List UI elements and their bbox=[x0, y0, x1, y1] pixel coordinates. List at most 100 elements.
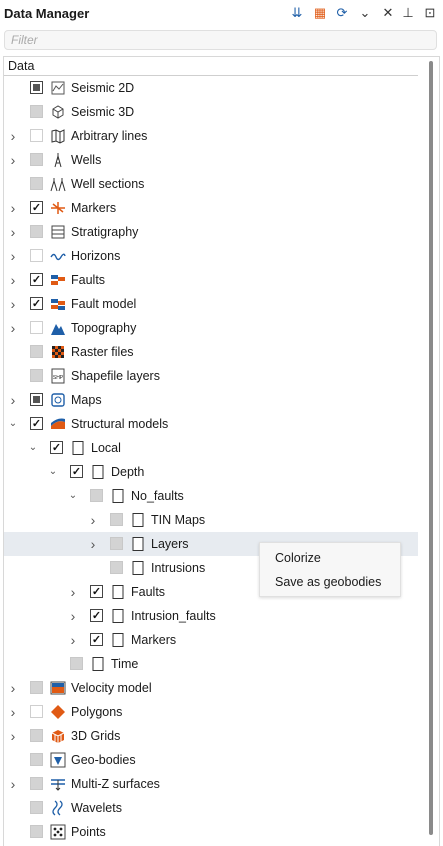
visibility-checkbox[interactable] bbox=[30, 729, 43, 742]
visibility-checkbox[interactable] bbox=[30, 105, 43, 118]
collapse-arrow-icon[interactable]: ⌄ bbox=[68, 489, 78, 503]
expand-arrow-icon[interactable]: › bbox=[8, 201, 18, 215]
tree-row[interactable]: › ✓ Markers bbox=[4, 196, 418, 220]
visibility-checkbox[interactable]: ✓ bbox=[30, 273, 43, 286]
visibility-checkbox[interactable] bbox=[30, 153, 43, 166]
tree-row[interactable]: › TIN Maps bbox=[4, 508, 418, 532]
polygons-icon bbox=[50, 704, 66, 720]
tree-row[interactable]: › ✓ Fault model bbox=[4, 292, 418, 316]
visibility-checkbox[interactable] bbox=[110, 537, 123, 550]
visibility-checkbox[interactable] bbox=[30, 369, 43, 382]
panel-menu-icon[interactable]: ⊡ bbox=[422, 4, 438, 22]
expand-arrow-icon[interactable]: › bbox=[8, 705, 18, 719]
visibility-checkbox[interactable] bbox=[30, 681, 43, 694]
visibility-checkbox[interactable] bbox=[30, 777, 43, 790]
visibility-checkbox[interactable]: ✓ bbox=[90, 633, 103, 646]
close-icon[interactable]: ✕ bbox=[380, 4, 396, 22]
visibility-checkbox[interactable]: ✓ bbox=[50, 441, 63, 454]
visibility-checkbox[interactable]: ✓ bbox=[70, 465, 83, 478]
tree-row[interactable]: Geo-bodies bbox=[4, 748, 418, 772]
tree-row[interactable]: Raster files bbox=[4, 340, 418, 364]
tree-row[interactable]: › Polygons bbox=[4, 700, 418, 724]
tree-row[interactable]: › Wells bbox=[4, 148, 418, 172]
visibility-checkbox[interactable] bbox=[30, 321, 43, 334]
tree-row[interactable]: ⌄ ✓ Structural models bbox=[4, 412, 418, 436]
collapse-arrow-icon[interactable]: ⌄ bbox=[48, 465, 58, 479]
tree-row[interactable]: › Maps bbox=[4, 388, 418, 412]
visibility-checkbox[interactable]: ✓ bbox=[30, 297, 43, 310]
expand-arrow-icon[interactable]: › bbox=[8, 273, 18, 287]
visibility-checkbox[interactable]: ✓ bbox=[90, 609, 103, 622]
refresh-icon[interactable]: ⟳ bbox=[334, 4, 350, 22]
visibility-checkbox[interactable] bbox=[30, 249, 43, 262]
expand-arrow-icon[interactable]: › bbox=[8, 681, 18, 695]
data-settings-icon[interactable]: ▦ bbox=[312, 4, 328, 22]
tree-row[interactable]: ⌄ ✓ Local bbox=[4, 436, 418, 460]
tree-row[interactable]: SHP Shapefile layers bbox=[4, 364, 418, 388]
expand-arrow-icon[interactable]: › bbox=[8, 297, 18, 311]
collapse-arrow-icon[interactable]: ⌄ bbox=[8, 417, 18, 431]
expand-arrow-icon[interactable]: › bbox=[8, 249, 18, 263]
visibility-checkbox[interactable] bbox=[110, 561, 123, 574]
tree-row[interactable]: Wavelets bbox=[4, 796, 418, 820]
menu-item-colorize[interactable]: Colorize bbox=[275, 551, 321, 565]
expand-arrow-icon[interactable]: › bbox=[88, 537, 98, 551]
tree-item-label: Time bbox=[111, 657, 139, 671]
expand-arrow-icon[interactable]: › bbox=[8, 729, 18, 743]
tree-row[interactable]: › Topography bbox=[4, 316, 418, 340]
menu-item-save-as-geobodies[interactable]: Save as geobodies bbox=[275, 575, 381, 589]
visibility-checkbox[interactable] bbox=[30, 81, 43, 94]
visibility-checkbox[interactable]: ✓ bbox=[30, 417, 43, 430]
tree-row[interactable]: › Arbitrary lines bbox=[4, 124, 418, 148]
collapse-arrow-icon[interactable]: ⌄ bbox=[28, 441, 38, 455]
tree-row[interactable]: ⌄ ✓ Depth bbox=[4, 460, 418, 484]
maps-icon bbox=[50, 392, 66, 408]
pin-icon[interactable]: ⊥ bbox=[400, 4, 416, 22]
tree-row[interactable]: Seismic 3D bbox=[4, 100, 418, 124]
tree-row[interactable]: › Stratigraphy bbox=[4, 220, 418, 244]
tree-row[interactable]: › ✓ Intrusion_faults bbox=[4, 604, 418, 628]
expand-arrow-icon[interactable]: › bbox=[88, 513, 98, 527]
tree-row[interactable]: ⌄ No_faults bbox=[4, 484, 418, 508]
expand-arrow-icon[interactable]: › bbox=[8, 129, 18, 143]
raster-files-icon bbox=[50, 344, 66, 360]
visibility-checkbox[interactable] bbox=[110, 513, 123, 526]
tree-row[interactable]: › 3D Grids bbox=[4, 724, 418, 748]
tree-row[interactable]: › ✓ Markers bbox=[4, 628, 418, 652]
filter-input[interactable] bbox=[5, 31, 437, 49]
expand-arrow-icon[interactable]: › bbox=[68, 585, 78, 599]
tree-row[interactable]: Seismic 2D bbox=[4, 76, 418, 100]
expand-arrow-icon[interactable]: › bbox=[8, 777, 18, 791]
tree-item-label: Maps bbox=[71, 393, 102, 407]
visibility-checkbox[interactable] bbox=[30, 801, 43, 814]
tree-row[interactable]: › Velocity model bbox=[4, 676, 418, 700]
expand-arrow-icon[interactable]: › bbox=[8, 225, 18, 239]
visibility-checkbox[interactable] bbox=[30, 825, 43, 838]
visibility-checkbox[interactable] bbox=[30, 345, 43, 358]
tree-row[interactable]: Time bbox=[4, 652, 418, 676]
expand-arrow-icon[interactable]: › bbox=[8, 321, 18, 335]
visibility-checkbox[interactable]: ✓ bbox=[30, 201, 43, 214]
visibility-checkbox[interactable]: ✓ bbox=[90, 585, 103, 598]
visibility-checkbox[interactable] bbox=[30, 705, 43, 718]
expand-arrow-icon[interactable]: › bbox=[8, 393, 18, 407]
tree-row[interactable]: › Multi-Z surfaces bbox=[4, 772, 418, 796]
visibility-checkbox[interactable] bbox=[90, 489, 103, 502]
visibility-checkbox[interactable] bbox=[30, 177, 43, 190]
visibility-checkbox[interactable] bbox=[30, 393, 43, 406]
visibility-checkbox[interactable] bbox=[70, 657, 83, 670]
tree-row[interactable]: Well sections bbox=[4, 172, 418, 196]
tree-row[interactable]: › Horizons bbox=[4, 244, 418, 268]
filter-box[interactable] bbox=[4, 30, 437, 50]
vertical-scrollbar[interactable] bbox=[429, 61, 433, 835]
expand-arrow-icon[interactable]: › bbox=[8, 153, 18, 167]
visibility-checkbox[interactable] bbox=[30, 753, 43, 766]
visibility-checkbox[interactable] bbox=[30, 129, 43, 142]
expand-arrow-icon[interactable]: › bbox=[68, 609, 78, 623]
tree-row[interactable]: Points bbox=[4, 820, 418, 844]
expand-arrow-icon[interactable]: › bbox=[68, 633, 78, 647]
tree-row[interactable]: › ✓ Faults bbox=[4, 268, 418, 292]
dropdown-chevron-icon[interactable]: ⌄ bbox=[357, 4, 373, 22]
import-icon[interactable]: ⇊ bbox=[289, 4, 305, 22]
visibility-checkbox[interactable] bbox=[30, 225, 43, 238]
